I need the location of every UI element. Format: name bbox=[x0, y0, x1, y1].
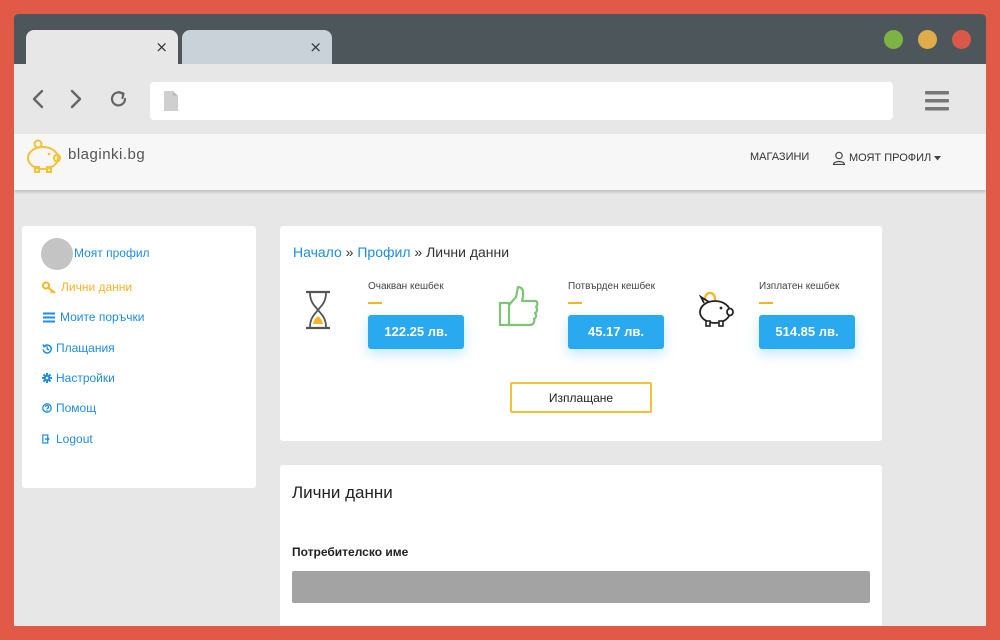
nav-my-profile-dropdown[interactable]: МОЯТ ПРОФИЛ bbox=[832, 151, 942, 165]
sidebar-item-personal-data[interactable]: Лични данни bbox=[42, 280, 132, 294]
breadcrumb-current: Лични данни bbox=[426, 244, 510, 260]
username-label: Потребителско име bbox=[292, 545, 409, 559]
breadcrumb-home-link[interactable]: Начало bbox=[293, 244, 342, 260]
stat-label: Очакван кешбек bbox=[368, 281, 444, 292]
sidebar-title[interactable]: Моят профил bbox=[74, 246, 150, 260]
section-title: Лични данни bbox=[292, 483, 393, 502]
sidebar-item-label: Настройки bbox=[56, 371, 115, 385]
username-field[interactable] bbox=[292, 571, 870, 603]
tab-close-icon[interactable]: × bbox=[309, 39, 322, 55]
site-header: blaginki.bg МАГАЗИНИ МОЯТ ПРОФИЛ bbox=[14, 134, 986, 190]
logout-icon bbox=[42, 434, 50, 444]
stat-value: 122.25 лв. bbox=[368, 315, 464, 349]
breadcrumb-profile-link[interactable]: Профил bbox=[357, 244, 410, 260]
stat-accent-dash bbox=[568, 302, 582, 304]
sidebar-item-payments[interactable]: Плащания bbox=[42, 341, 115, 355]
tab-close-icon[interactable]: × bbox=[155, 39, 168, 55]
user-icon bbox=[832, 151, 846, 165]
cashback-summary-card: Начало » Профил » Лични данни Очакван ке… bbox=[280, 226, 882, 441]
history-icon bbox=[42, 343, 52, 354]
nav-shops-link[interactable]: МАГАЗИНИ bbox=[750, 151, 809, 163]
browser-tab-active[interactable]: × bbox=[26, 30, 178, 64]
stat-value: 45.17 лв. bbox=[568, 315, 664, 349]
breadcrumb: Начало » Профил » Лични данни bbox=[293, 244, 509, 260]
sidebar-item-logout[interactable]: Logout bbox=[42, 432, 93, 446]
site-logo-text[interactable]: blaginki.bg bbox=[68, 146, 145, 163]
breadcrumb-separator: » bbox=[414, 244, 423, 260]
piggy-bank-icon bbox=[698, 291, 734, 327]
tab-bar: × × bbox=[14, 14, 986, 64]
stat-label: Потвърден кешбек bbox=[568, 281, 655, 292]
hamburger-menu-icon[interactable] bbox=[924, 90, 950, 112]
profile-sidebar: Моят профил Лични данни Моите поръчки Пл… bbox=[22, 226, 256, 488]
breadcrumb-separator: » bbox=[345, 244, 354, 260]
sidebar-item-label: Помощ bbox=[56, 401, 97, 415]
back-arrow-icon[interactable] bbox=[28, 86, 50, 112]
personal-data-card: Лични данни Потребителско име bbox=[280, 465, 882, 626]
nav-profile-label: МОЯТ ПРОФИЛ bbox=[849, 152, 932, 164]
key-icon bbox=[42, 281, 56, 294]
minimize-window-icon[interactable] bbox=[918, 30, 937, 49]
stat-label: Изплатен кешбек bbox=[759, 281, 840, 292]
sidebar-item-label: Лични данни bbox=[61, 280, 133, 294]
browser-window: × × blaginki.bg МАГАЗИНИ МОЯТ ПРОФИЛ Моя… bbox=[14, 14, 986, 626]
thumbs-up-icon bbox=[498, 285, 539, 327]
reload-icon[interactable] bbox=[108, 86, 130, 112]
stat-accent-dash bbox=[368, 302, 382, 304]
gear-icon bbox=[42, 373, 52, 383]
piggy-bank-logo-icon[interactable] bbox=[22, 136, 64, 178]
sidebar-item-settings[interactable]: Настройки bbox=[42, 371, 115, 385]
forward-arrow-icon[interactable] bbox=[64, 86, 86, 112]
close-window-icon[interactable] bbox=[952, 30, 971, 49]
maximize-window-icon[interactable] bbox=[884, 30, 903, 49]
sidebar-item-label: Моите поръчки bbox=[60, 310, 145, 324]
sidebar-item-my-orders[interactable]: Моите поръчки bbox=[42, 310, 144, 324]
avatar bbox=[41, 238, 73, 270]
caret-down-icon bbox=[934, 155, 942, 160]
stat-value: 514.85 лв. bbox=[759, 315, 855, 349]
hourglass-icon bbox=[306, 290, 330, 330]
browser-tab[interactable]: × bbox=[182, 30, 332, 64]
sidebar-item-label: Плащания bbox=[56, 341, 115, 355]
question-icon bbox=[42, 403, 52, 413]
sidebar-item-label: Logout bbox=[56, 432, 93, 446]
browser-toolbar bbox=[14, 64, 986, 134]
payout-button[interactable]: Изплащане bbox=[510, 382, 652, 413]
list-icon bbox=[43, 312, 55, 323]
address-bar[interactable] bbox=[150, 82, 893, 120]
page-icon bbox=[164, 91, 178, 111]
sidebar-item-help[interactable]: Помощ bbox=[42, 401, 96, 415]
stat-accent-dash bbox=[759, 302, 773, 304]
